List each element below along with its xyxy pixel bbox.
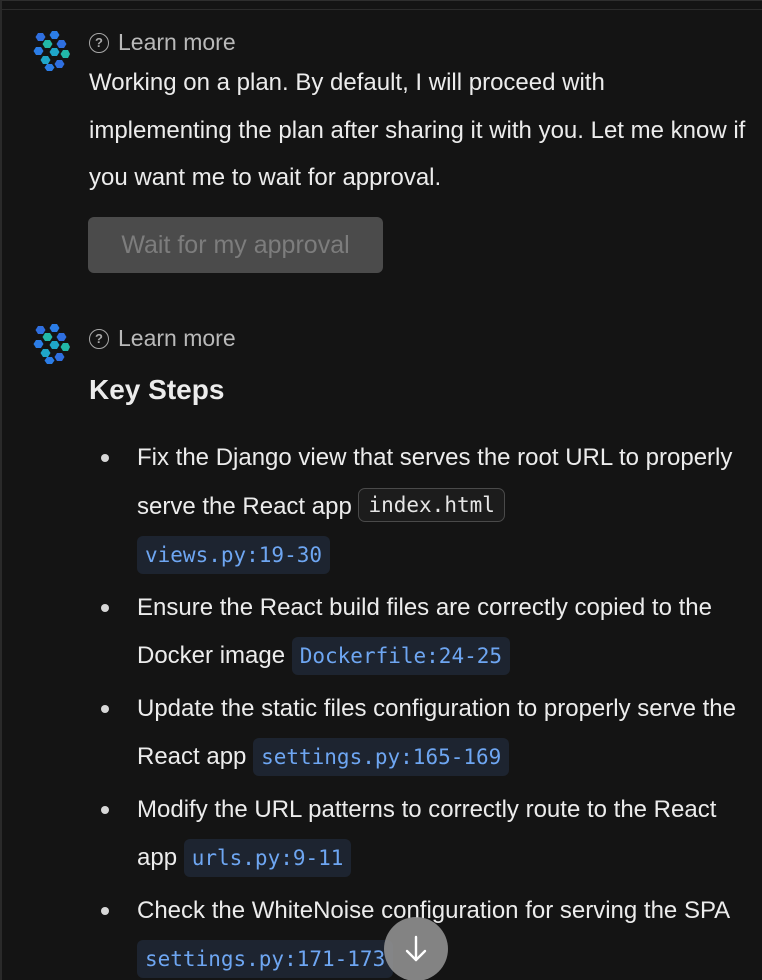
code-reference-link[interactable]: urls.py:9-11: [183, 839, 352, 877]
question-circle-icon: ?: [89, 328, 109, 349]
code-reference-link[interactable]: settings.py:165-169: [253, 738, 510, 776]
wait-for-approval-button[interactable]: Wait for my approval: [88, 217, 383, 273]
arrow-down-icon: [405, 935, 427, 962]
list-item: Modify the URL patterns to correctly rou…: [89, 786, 757, 883]
list-item: Fix the Django view that serves the root…: [89, 434, 757, 580]
code-reference-link[interactable]: views.py:19-30: [137, 536, 331, 574]
key-steps-heading: Key Steps: [89, 374, 225, 405]
steps-list: Fix the Django view that serves the root…: [89, 434, 757, 980]
hexagon-cluster-logo-icon: [33, 31, 70, 71]
question-circle-icon: ?: [89, 32, 109, 53]
chat-panel: ? Learn more Working on a plan. By defau…: [0, 0, 762, 980]
plan-message-text: Working on a plan. By default, I will pr…: [89, 69, 746, 191]
inline-code: index.html: [358, 487, 505, 522]
step-text: Check the WhiteNoise configuration for s…: [137, 896, 729, 924]
list-item: Update the static files configuration to…: [89, 685, 757, 782]
code-reference-link[interactable]: settings.py:171-173: [137, 940, 394, 978]
scroll-to-bottom-button[interactable]: [384, 917, 448, 980]
hexagon-cluster-logo-icon: [33, 324, 70, 364]
code-reference-link[interactable]: Dockerfile:24-25: [291, 637, 511, 675]
list-item: Ensure the React build files are correct…: [89, 584, 757, 681]
learn-more-link[interactable]: ? Learn more: [89, 29, 236, 56]
learn-more-label: Learn more: [118, 29, 236, 55]
top-divider: [2, 9, 762, 10]
learn-more-link[interactable]: ? Learn more: [89, 325, 236, 352]
learn-more-label: Learn more: [118, 325, 236, 351]
